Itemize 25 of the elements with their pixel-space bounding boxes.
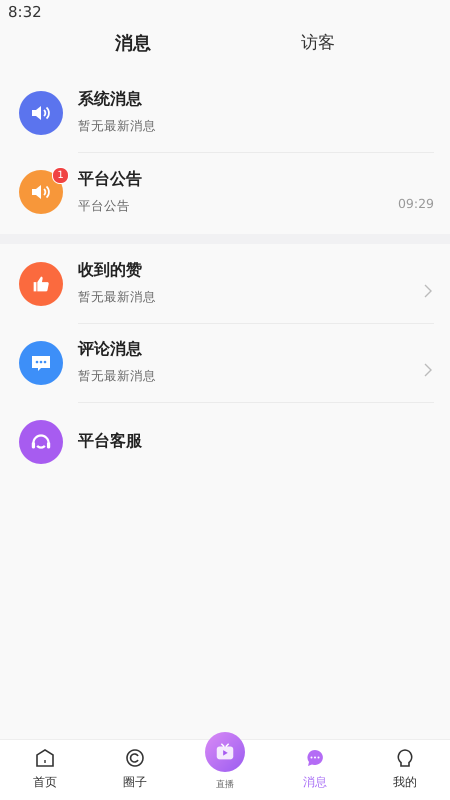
message-row[interactable]: 收到的赞 暂无最新消息 (0, 244, 450, 323)
message-row[interactable]: 评论消息 暂无最新消息 (0, 323, 450, 402)
tab[interactable]: 消息 (95, 29, 171, 69)
unread-badge: 1 (52, 166, 69, 184)
row-time: 09:29 (398, 196, 434, 211)
row-title: 收到的赞 (78, 260, 143, 281)
row-title: 评论消息 (78, 339, 143, 360)
tab[interactable]: 访客 (281, 29, 355, 69)
nav-tab[interactable]: 我的 (360, 740, 450, 800)
house-icon (34, 747, 56, 769)
row-title: 系统消息 (78, 89, 143, 110)
message-row[interactable]: 平台客服 (0, 402, 450, 481)
row-subtitle: 暂无最新消息 (78, 289, 157, 306)
nav-tab[interactable]: 直播 (180, 727, 270, 800)
row-subtitle: 平台公告 (78, 198, 131, 214)
nav-tab[interactable]: 圈子 (90, 740, 180, 800)
ring-icon (124, 747, 146, 769)
row-title: 平台客服 (78, 431, 143, 452)
message-row[interactable]: 1 平台公告 平台公告 09:29 (0, 152, 450, 231)
nav-tab[interactable]: 首页 (0, 740, 90, 800)
row-subtitle: 暂无最新消息 (78, 118, 157, 135)
row-title: 平台公告 (78, 168, 143, 190)
row-subtitle: 暂无最新消息 (78, 368, 157, 385)
status-time: 8:32 (8, 3, 42, 21)
message-row[interactable]: 系统消息 暂无最新消息 (0, 73, 450, 152)
